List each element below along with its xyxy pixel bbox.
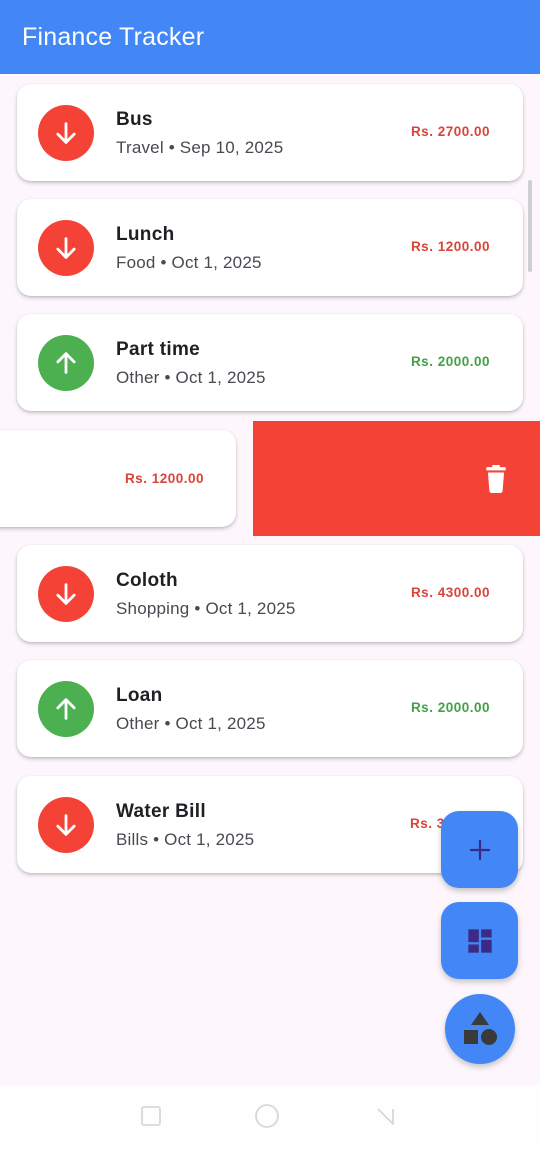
transaction-amount: Rs. 1200.00	[124, 471, 204, 486]
transaction-card[interactable]: Part time Other • Oct 1, 2025 Rs. 2000.0…	[17, 314, 523, 411]
delete-swipe-background[interactable]	[253, 421, 540, 536]
transaction-amount: Rs. 3	[410, 816, 445, 831]
dashboard-icon	[467, 928, 492, 953]
categories-button[interactable]	[445, 994, 515, 1064]
arrow-down-icon	[38, 566, 94, 622]
transaction-card[interactable]: Coloth Shopping • Oct 1, 2025 Rs. 4300.0…	[17, 545, 523, 642]
transaction-card[interactable]: Bus Travel • Sep 10, 2025 Rs. 2700.00	[17, 84, 523, 181]
transaction-subtitle: Other • Oct 1, 2025	[116, 368, 266, 387]
home-icon[interactable]	[254, 1103, 280, 1129]
app-bar: Finance Tracker	[0, 0, 540, 74]
trash-icon	[486, 465, 506, 493]
transaction-subtitle: Food • Oct 1, 2025	[116, 253, 262, 272]
transaction-amount: Rs. 2000.00	[410, 354, 490, 369]
arrow-down-icon	[38, 105, 94, 161]
arrow-down-icon	[38, 797, 94, 853]
transaction-card[interactable]: Lunch Food • Oct 1, 2025 Rs. 1200.00	[17, 199, 523, 296]
transaction-title: Loan	[116, 685, 163, 706]
app-title: Finance Tracker	[22, 22, 205, 51]
transaction-title: Lunch	[116, 224, 175, 245]
swiped-transaction-card[interactable]: Rs. 1200.00	[0, 430, 236, 527]
transaction-amount: Rs. 2700.00	[410, 124, 490, 139]
transaction-subtitle: Travel • Sep 10, 2025	[116, 138, 284, 157]
add-button[interactable]	[441, 811, 518, 888]
system-navigation-bar	[0, 1085, 540, 1150]
transaction-title: Coloth	[116, 570, 178, 591]
transaction-amount: Rs. 4300.00	[410, 585, 490, 600]
back-icon[interactable]	[374, 1105, 396, 1127]
transaction-subtitle: Other • Oct 1, 2025	[116, 714, 266, 733]
transaction-subtitle: Bills • Oct 1, 2025	[116, 830, 255, 849]
transaction-title: Part time	[116, 339, 201, 360]
transaction-subtitle: Shopping • Oct 1, 2025	[116, 599, 296, 618]
scrollbar[interactable]	[528, 180, 532, 272]
transaction-title: Bus	[116, 109, 153, 130]
shapes-icon	[464, 1012, 497, 1045]
plus-icon	[469, 839, 490, 860]
arrow-down-icon	[38, 220, 94, 276]
arrow-up-icon	[38, 335, 94, 391]
transaction-card[interactable]: Loan Other • Oct 1, 2025 Rs. 2000.00	[17, 660, 523, 757]
dashboard-button[interactable]	[441, 902, 518, 979]
transaction-amount: Rs. 1200.00	[410, 239, 490, 254]
arrow-up-icon	[38, 681, 94, 737]
transaction-amount: Rs. 2000.00	[410, 700, 490, 715]
recents-icon[interactable]	[140, 1105, 162, 1127]
transaction-title: Water Bill	[116, 801, 206, 822]
